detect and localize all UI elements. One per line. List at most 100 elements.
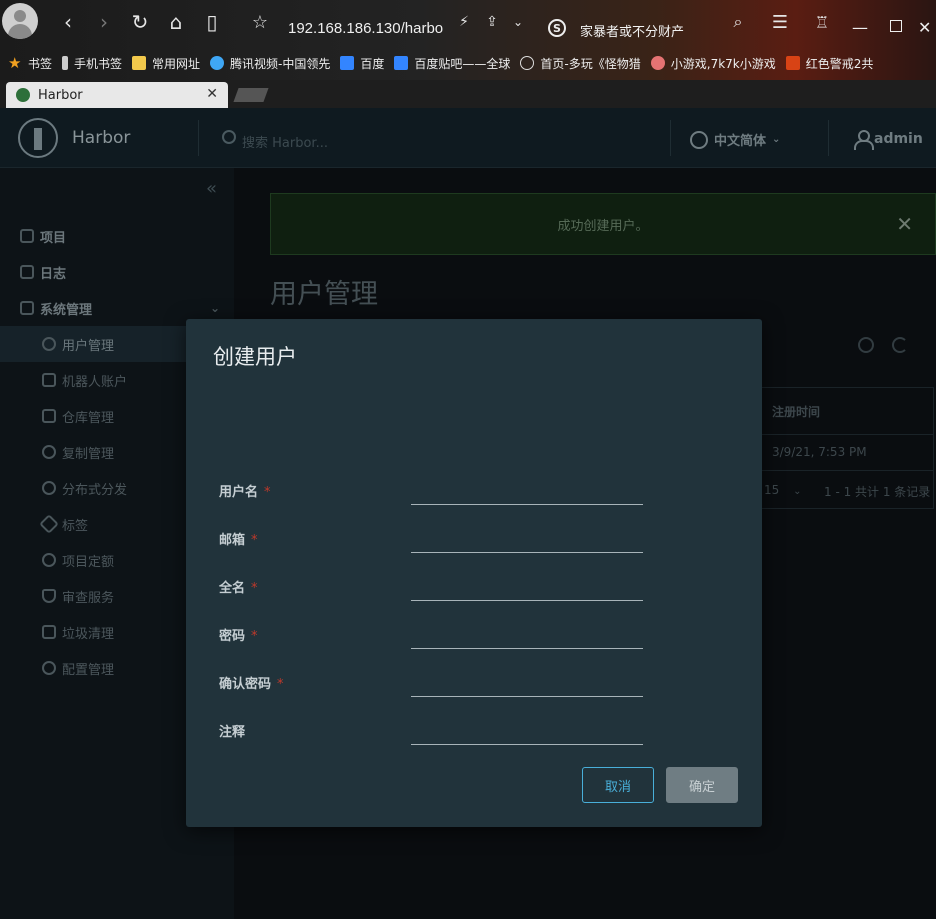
username-field: 用户名 * <box>186 475 762 515</box>
cancel-button[interactable]: 取消 <box>582 767 654 803</box>
bookmark-item[interactable]: ★ 书签 <box>8 55 52 72</box>
bookmark-item[interactable]: 百度 <box>340 55 384 72</box>
tab-harbor[interactable]: Harbor ✕ <box>6 82 228 108</box>
projects-icon <box>20 229 34 243</box>
harbor-logo-icon <box>18 118 58 158</box>
alert-message: 成功创建用户。 <box>557 218 649 234</box>
browser-search-icon[interactable]: ⌕ <box>726 10 750 34</box>
page-size-select[interactable]: 15 ⌄ <box>764 483 802 497</box>
email-field: 邮箱 * <box>186 523 762 563</box>
game-icon <box>650 56 665 70</box>
chevron-down-icon: ⌄ <box>772 134 781 145</box>
field-label: 全名 * <box>219 581 258 596</box>
field-label: 密码 * <box>219 629 258 644</box>
robot-icon <box>42 373 56 387</box>
users-icon <box>42 337 56 351</box>
field-label: 确认密码 * <box>219 677 284 692</box>
reader-icon[interactable]: ▯ <box>200 10 224 34</box>
minimize-icon[interactable]: — <box>852 18 868 37</box>
shield-icon <box>42 589 56 603</box>
bookmarks-bar: ★ 书签 手机书签 常用网址 腾讯视频-中国领先 百度 百度贴吧——全球 首页-多… <box>0 50 936 76</box>
menu-icon[interactable]: ☰ <box>768 10 792 34</box>
back-icon[interactable]: ‹ <box>56 10 80 34</box>
comment-field: 注释 <box>186 715 762 755</box>
cloud-icon <box>42 445 56 459</box>
global-search-input[interactable]: 搜索 Harbor... <box>242 132 328 151</box>
browser-search-input[interactable]: 家暴者或不分财产 <box>580 21 684 40</box>
search-icon[interactable] <box>858 337 874 353</box>
close-icon[interactable]: ✕ <box>206 86 218 102</box>
globe-icon <box>520 56 535 70</box>
app-header: Harbor 搜索 Harbor... 中文简体 ⌄ admin <box>0 108 936 168</box>
bookmark-item[interactable]: 首页-多玩《怪物猎 <box>520 55 641 72</box>
bookmark-item[interactable]: 红色警戒2共 <box>785 55 873 72</box>
required-mark: * <box>251 533 258 548</box>
reload-icon[interactable]: ↻ <box>128 10 152 34</box>
cube-icon <box>42 409 56 423</box>
comment-input[interactable] <box>411 715 643 745</box>
jia-icon <box>785 56 800 70</box>
forward-icon[interactable]: › <box>92 10 116 34</box>
divider <box>198 120 199 156</box>
shirt-icon[interactable]: ♖ <box>810 10 834 34</box>
required-mark: * <box>251 581 258 596</box>
column-header-registered[interactable]: 注册时间 <box>772 403 820 420</box>
home-icon[interactable]: ⌂ <box>164 10 188 34</box>
chevron-down-icon: ⌄ <box>210 301 221 315</box>
gauge-icon <box>42 553 56 567</box>
required-mark: * <box>264 485 271 500</box>
phone-icon <box>62 56 69 70</box>
password-input[interactable] <box>411 619 643 649</box>
baidu-icon <box>340 56 355 70</box>
user-icon <box>854 130 874 150</box>
required-mark: * <box>251 629 258 644</box>
fullname-input[interactable] <box>411 571 643 601</box>
bookmark-item[interactable]: 小游戏,7k7k小游戏 <box>650 55 776 72</box>
refresh-icon[interactable] <box>892 337 908 353</box>
field-label: 用户名 * <box>219 485 271 500</box>
user-menu[interactable]: admin <box>854 130 923 150</box>
collapse-sidebar-icon[interactable]: « <box>206 178 217 199</box>
tag-icon <box>39 514 59 534</box>
field-label: 邮箱 * <box>219 533 258 548</box>
address-bar[interactable]: 192.168.186.130/harbo <box>288 20 443 37</box>
bookmark-star-icon[interactable]: ☆ <box>248 10 272 34</box>
close-icon[interactable]: ✕ <box>896 212 913 236</box>
page-title: 用户管理 <box>270 279 378 310</box>
table-cell-registered: 3/9/21, 7:53 PM <box>772 445 867 459</box>
bookmark-item[interactable]: 腾讯视频-中国领先 <box>210 55 330 72</box>
sidebar-item-logs[interactable]: 日志 <box>0 254 234 290</box>
language-selector[interactable]: 中文简体 ⌄ <box>690 130 780 149</box>
bookmark-item[interactable]: 百度贴吧——全球 <box>394 55 510 72</box>
share-icon[interactable]: ⇪ <box>480 10 504 34</box>
baidu-icon <box>394 56 409 70</box>
confirm-password-input[interactable] <box>411 667 643 697</box>
search-icon <box>222 130 236 144</box>
dialog-title: 创建用户 <box>213 345 297 369</box>
confirm-button[interactable]: 确定 <box>666 767 738 803</box>
confirm-password-field: 确认密码 * <box>186 667 762 707</box>
divider <box>760 434 934 435</box>
tencent-video-icon <box>210 56 225 70</box>
bookmark-item[interactable]: 常用网址 <box>132 55 200 72</box>
new-tab-button[interactable] <box>233 88 269 102</box>
email-input[interactable] <box>411 523 643 553</box>
bolt-icon[interactable]: ⚡ <box>452 10 476 34</box>
success-alert: 成功创建用户。 ✕ <box>270 193 936 255</box>
sidebar-item-projects[interactable]: 项目 <box>0 218 234 254</box>
dropdown-icon[interactable]: ⌄ <box>506 10 530 34</box>
close-window-icon[interactable]: ✕ <box>918 18 931 37</box>
bookmark-item[interactable]: 手机书签 <box>62 55 122 72</box>
maximize-icon[interactable] <box>890 20 902 32</box>
divider <box>670 120 671 156</box>
create-user-dialog: 创建用户 用户名 * 邮箱 * 全名 * 密码 * 确认密码 * 注释 取消 确定 <box>186 319 762 827</box>
username-input[interactable] <box>411 475 643 505</box>
divider <box>828 120 829 156</box>
profile-avatar[interactable] <box>2 3 38 39</box>
folder-icon <box>132 56 147 70</box>
divider <box>760 470 934 471</box>
gear-icon <box>42 661 56 675</box>
search-engine-icon[interactable]: S <box>548 19 566 37</box>
brand-name[interactable]: Harbor <box>72 128 130 148</box>
admin-icon <box>20 301 34 315</box>
